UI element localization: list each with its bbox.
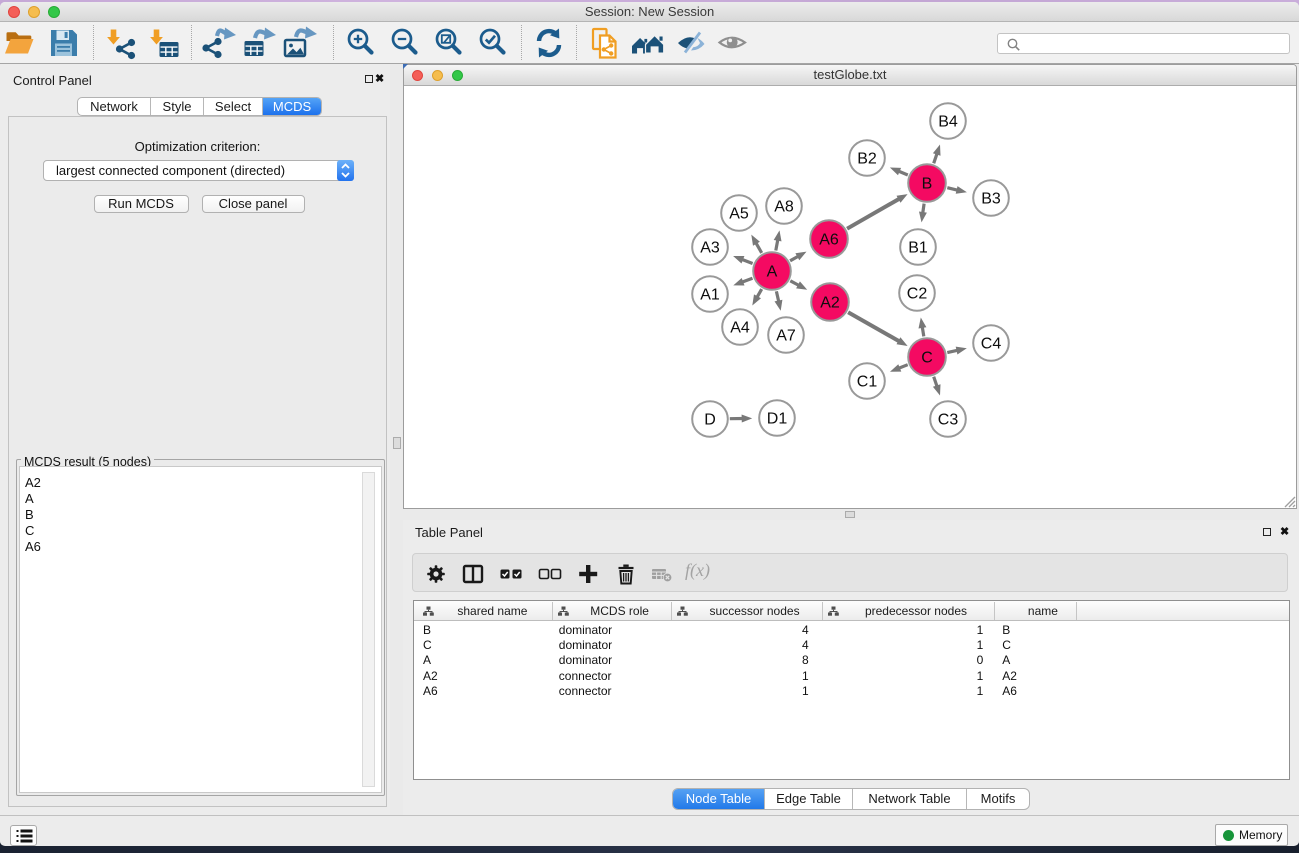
svg-text:A1: A1 — [700, 287, 720, 304]
svg-text:A: A — [767, 264, 778, 281]
svg-text:C2: C2 — [907, 286, 928, 303]
svg-text:C3: C3 — [938, 412, 959, 429]
svg-text:B1: B1 — [908, 240, 928, 257]
svg-text:C: C — [921, 350, 933, 367]
svg-text:D1: D1 — [767, 411, 788, 428]
svg-text:A2: A2 — [820, 295, 840, 312]
svg-text:C4: C4 — [981, 336, 1002, 353]
svg-text:B4: B4 — [938, 114, 958, 131]
svg-text:A3: A3 — [700, 240, 720, 257]
svg-text:B2: B2 — [857, 151, 877, 168]
svg-text:A4: A4 — [730, 320, 750, 337]
svg-text:B: B — [922, 176, 933, 193]
svg-text:D: D — [704, 412, 716, 429]
svg-text:B3: B3 — [981, 191, 1001, 208]
svg-text:A5: A5 — [729, 206, 749, 223]
svg-text:A8: A8 — [774, 199, 794, 216]
svg-text:C1: C1 — [857, 374, 878, 391]
svg-text:A7: A7 — [776, 328, 796, 345]
svg-text:A6: A6 — [819, 232, 839, 249]
